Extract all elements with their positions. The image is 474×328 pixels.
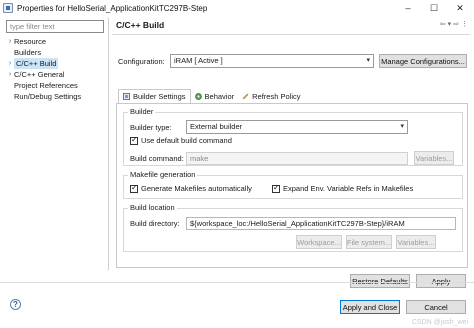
chevron-right-icon[interactable]: › <box>6 58 14 69</box>
chevron-right-icon[interactable]: › <box>6 36 14 47</box>
builder-settings-panel: Builder Builder type: External builder ▾… <box>116 103 468 268</box>
build-directory-row: Build directory: ${workspace_loc:/HelloS… <box>130 217 460 230</box>
tab-builder-settings[interactable]: Builder Settings <box>118 89 191 103</box>
builder-type-select[interactable]: External builder ▾ <box>186 120 408 134</box>
title-separator <box>112 34 470 35</box>
app-icon <box>3 3 13 13</box>
apply-button[interactable]: Apply <box>416 274 466 288</box>
chevron-down-icon: ▾ <box>400 123 404 130</box>
filter-input[interactable]: type filter text <box>6 20 104 33</box>
page-title: C/C++ Build <box>116 20 165 30</box>
menu-icon[interactable]: ⋮ <box>461 20 468 28</box>
chevron-right-icon[interactable]: › <box>6 69 14 80</box>
location-variables-button[interactable]: Variables... <box>396 235 436 249</box>
page-navigation: ⇦ ▾ ⇨ ⋮ <box>440 20 468 28</box>
configuration-select[interactable]: iRAM [ Active ] ▾ <box>170 54 374 68</box>
builder-group: Builder Builder type: External builder ▾… <box>123 107 463 166</box>
behavior-icon <box>194 93 202 100</box>
tab-refresh-policy[interactable]: Refresh Policy <box>238 90 304 103</box>
left-pane: type filter text › Resource Builders › C… <box>6 20 106 270</box>
watermark: CSDN @josh_wei <box>411 319 468 326</box>
tree-item-label: Resource <box>14 37 47 46</box>
chevron-down-icon: ▾ <box>366 57 370 64</box>
use-default-row: Use default build command <box>130 135 232 145</box>
tree-item-builders[interactable]: Builders <box>6 47 106 58</box>
build-command-label: Build command: <box>130 153 184 163</box>
tree-item-resource[interactable]: › Resource <box>6 36 106 47</box>
build-location-group-title: Build location <box>128 203 177 212</box>
file-system-button[interactable]: File system... <box>346 235 392 249</box>
use-default-label: Use default build command <box>141 136 232 145</box>
use-default-checkbox[interactable] <box>130 135 138 145</box>
tree-item-label: C/C++ General <box>14 70 65 79</box>
tab-label: Builder Settings <box>133 92 186 101</box>
builder-type-label: Builder type: <box>130 122 172 132</box>
build-directory-input[interactable]: ${workspace_loc:/HelloSerial_Application… <box>186 217 456 230</box>
build-location-group: Build location Build directory: ${worksp… <box>123 203 463 252</box>
expand-env-row: Expand Env. Variable Refs in Makefiles <box>272 183 414 193</box>
workspace-button[interactable]: Workspace... <box>296 235 342 249</box>
expand-env-checkbox[interactable] <box>272 183 280 193</box>
build-command-input[interactable]: make <box>186 151 408 165</box>
generate-makefiles-label: Generate Makefiles automatically <box>141 184 252 193</box>
configuration-value: iRAM [ Active ] <box>174 56 223 65</box>
tab-bar: Builder Settings Behavior Refresh Policy <box>118 89 305 103</box>
location-buttons-row: Workspace... File system... Variables... <box>296 235 436 249</box>
configuration-row: Configuration: iRAM [ Active ] ▾ Manage … <box>118 53 468 69</box>
tree-item-label: C/C++ Build <box>14 58 59 69</box>
restore-defaults-button[interactable]: Restore Defaults <box>350 274 410 288</box>
tree-item-cc-build[interactable]: › C/C++ Build <box>6 58 106 69</box>
maximize-button[interactable]: ☐ <box>421 0 447 16</box>
window-titlebar: Properties for HelloSerial_ApplicationKi… <box>0 0 474 16</box>
expand-env-label: Expand Env. Variable Refs in Makefiles <box>283 184 414 193</box>
configuration-label: Configuration: <box>118 56 165 66</box>
pane-divider[interactable] <box>108 18 109 270</box>
tree-item-label: Builders <box>14 48 42 57</box>
manage-configurations-button[interactable]: Manage Configurations... <box>379 54 467 68</box>
close-button[interactable]: ✕ <box>447 0 473 16</box>
tree-item-cc-general[interactable]: › C/C++ General <box>6 69 106 80</box>
builder-group-title: Builder <box>128 107 156 116</box>
cancel-button[interactable]: Cancel <box>406 300 466 314</box>
tree-item-label: Run/Debug Settings <box>14 92 82 101</box>
window-title: Properties for HelloSerial_ApplicationKi… <box>17 3 208 13</box>
makefile-group: Makefile generation Generate Makefiles a… <box>123 170 463 199</box>
tree-item-label: Project References <box>14 81 78 90</box>
build-directory-label: Build directory: <box>130 219 180 228</box>
makefile-group-title: Makefile generation <box>128 170 198 179</box>
tree-item-project-references[interactable]: Project References <box>6 80 106 91</box>
apply-and-close-button[interactable]: Apply and Close <box>340 300 400 314</box>
dropdown-icon[interactable]: ▾ <box>448 20 452 28</box>
builder-variables-button[interactable]: Variables... <box>414 151 454 165</box>
tab-label: Behavior <box>204 92 235 101</box>
generate-makefiles-checkbox[interactable] <box>130 183 138 193</box>
builder-type-value: External builder <box>190 122 243 131</box>
tab-behavior[interactable]: Behavior <box>191 90 239 103</box>
generate-makefiles-row: Generate Makefiles automatically <box>130 183 252 193</box>
builder-type-row: Builder type: External builder ▾ <box>130 120 460 134</box>
minimize-button[interactable]: – <box>395 0 421 16</box>
tab-label: Refresh Policy <box>252 92 301 101</box>
forward-arrow-icon[interactable]: ⇨ <box>453 20 459 28</box>
help-icon[interactable]: ? <box>10 299 21 310</box>
right-pane: C/C++ Build ⇦ ▾ ⇨ ⋮ Configuration: iRAM … <box>112 18 470 288</box>
builder-icon <box>123 93 130 100</box>
tree-item-run-debug-settings[interactable]: Run/Debug Settings <box>6 91 106 102</box>
build-command-row: Build command: make Variables... <box>130 151 460 165</box>
refresh-icon <box>242 93 249 100</box>
property-tree: › Resource Builders › C/C++ Build › C/C+… <box>6 36 106 102</box>
footer-separator <box>0 282 474 283</box>
back-arrow-icon[interactable]: ⇦ <box>440 20 446 28</box>
